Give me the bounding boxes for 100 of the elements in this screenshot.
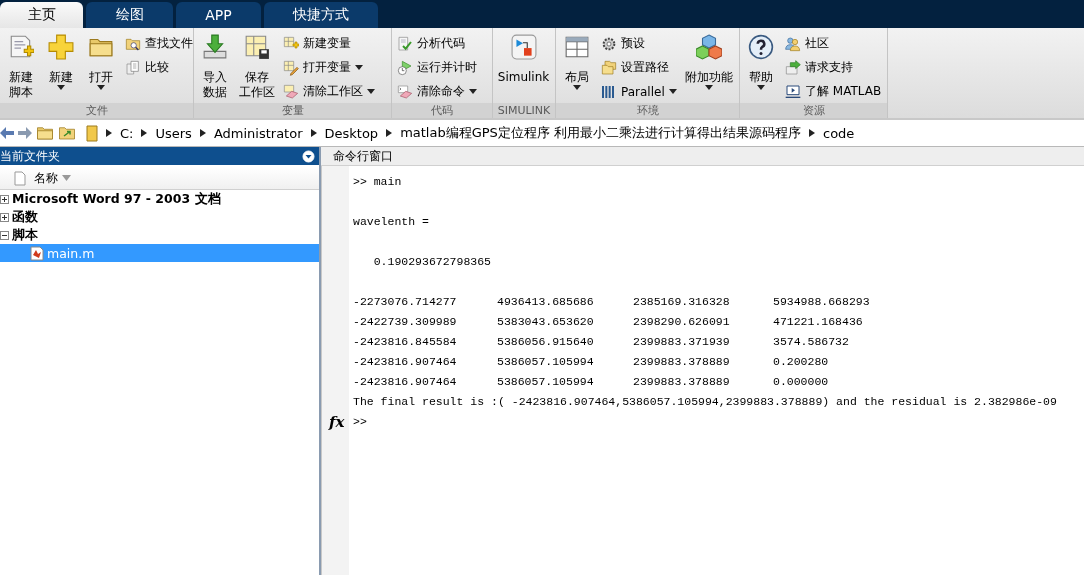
output-value: 471221.168436 [773,314,864,328]
ribbon-button[interactable]: 帮助 [743,32,779,103]
output-value: 0.200280 [773,354,830,368]
path-segment[interactable]: matlab编程GPS定位程序 利用最小二乘法进行计算得出结果源码程序 [400,124,801,142]
chevron-icon[interactable] [386,129,393,137]
output-value: 2398290.626091 [633,314,731,328]
envelope-arrow-icon [785,59,801,76]
command-line: >> main [353,174,402,188]
ribbon-button[interactable]: 打开变量 [281,56,377,79]
panel-title: 命令行窗口 [333,147,393,165]
output-value: 2385169.316328 [633,294,731,308]
output-value: -2423816.845584 [353,334,458,348]
output-value: 5934988.668293 [773,294,871,308]
folder-icon [601,59,617,76]
chevron-icon[interactable] [310,129,317,137]
open-variable-icon [283,59,299,76]
save-workspace-icon [244,34,270,60]
ribbon-button[interactable]: 新建变量 [281,32,377,55]
browse-folder-icon[interactable] [58,124,76,142]
output-value: 5386056.915640 [497,334,595,348]
ribbon-tab[interactable]: 快捷方式 [264,2,378,28]
output-value: 3574.586732 [773,334,850,348]
panel-title: 当前文件夹 [0,147,60,165]
expand-icon[interactable] [0,194,9,204]
collapse-icon[interactable] [0,230,9,240]
ribbon-button[interactable]: 布局 [559,32,595,103]
path-segment[interactable]: Desktop [324,125,379,141]
eraser-icon [283,83,299,100]
new-variable-icon [283,35,299,52]
help-icon [748,34,774,60]
ribbon-button[interactable]: 导入 数据 [197,32,233,103]
group-title: 文件 [0,103,193,118]
ribbon-button[interactable]: 预设 [599,32,679,55]
output-value: -2273076.714277 [353,294,458,308]
import-icon [202,34,228,60]
ribbon-button[interactable]: 查找文件 [123,32,195,55]
eraser-icon [397,83,413,100]
chevron-icon[interactable] [199,129,206,137]
expand-icon[interactable] [0,212,9,222]
ribbon-button[interactable]: 社区 [783,32,884,55]
path-segment[interactable]: C: [120,125,134,141]
compare-icon [125,59,141,76]
forward-icon[interactable] [18,127,32,139]
output-value: 5386057.105994 [497,354,595,368]
ribbon-button[interactable]: 清除工作区 [281,80,377,103]
simulink-icon [510,34,537,60]
cubes-icon [695,34,722,60]
back-icon[interactable] [0,127,14,139]
group-title: 环境 [556,103,739,118]
folder-icon [86,124,98,142]
tree-item[interactable]: Microsoft Word 97 - 2003 文档 [0,190,319,208]
ribbon-button[interactable]: 请求支持 [783,56,884,79]
output-value: 2399883.371939 [633,334,731,348]
ribbon-button[interactable]: Parallel [599,80,679,103]
ribbon-button[interactable]: Simulink [496,32,551,103]
output-value: -2422739.309989 [353,314,458,328]
output-value: 5386057.105994 [497,374,595,388]
output-value: 5383043.653620 [497,314,595,328]
chevron-icon[interactable] [809,129,815,137]
path-segment[interactable]: Administrator [213,125,303,141]
ribbon-button[interactable]: 保存 工作区 [237,32,277,103]
group-title: SIMULINK [493,103,555,118]
group-title: 资源 [740,103,887,118]
tree-item[interactable]: 脚本 [0,226,319,244]
ribbon-button[interactable]: 附加功能 [682,32,735,103]
chevron-icon[interactable] [141,129,148,137]
sort-caret-icon [62,175,71,181]
command-line: >> [353,414,367,428]
ribbon-button[interactable]: 清除命令 [395,80,479,103]
group-title: 变量 [194,103,391,118]
parallel-icon [601,83,617,100]
folder-icon [36,124,54,142]
analyze-code-icon [397,35,413,52]
ribbon-button[interactable]: 分析代码 [395,32,479,55]
timer-icon [397,59,413,76]
column-header[interactable]: 名称 [34,169,71,187]
ribbon-tab[interactable]: 主页 [0,2,83,28]
path-segment[interactable]: Users [155,125,192,141]
ribbon-button[interactable]: 打开 [83,32,119,103]
ribbon-button[interactable]: 了解 MATLAB [783,80,884,103]
ribbon-button[interactable]: 设置路径 [599,56,679,79]
ribbon-button[interactable]: 运行并计时 [395,56,479,79]
tree-item[interactable]: 函数 [0,208,319,226]
ribbon-button[interactable]: 新建 脚本 [3,32,39,103]
plus-icon [48,34,74,60]
function-browser-button[interactable]: fx [329,413,345,431]
output-text: wavelenth = [353,214,429,228]
people-icon [785,35,801,52]
layout-icon [564,34,590,60]
ribbon-tab[interactable]: APP [176,2,261,28]
monitor-icon [785,83,801,100]
file-icon [14,170,26,186]
ribbon-button[interactable]: 新建 [43,32,79,103]
ribbon-button[interactable]: 比较 [123,56,195,79]
new-script-icon [8,34,34,60]
ribbon-tab[interactable]: 绘图 [86,2,173,28]
script-file-icon [30,245,44,261]
chevron-icon[interactable] [106,129,112,137]
panel-menu-icon[interactable] [302,149,315,163]
path-segment[interactable]: code [823,125,855,141]
